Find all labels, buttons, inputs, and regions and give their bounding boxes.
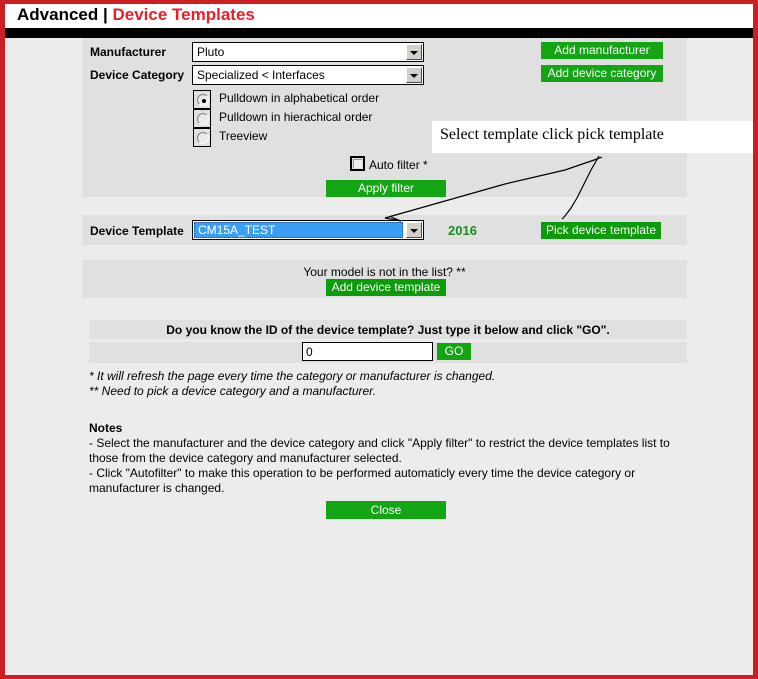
breadcrumb: Advanced | Device Templates: [17, 5, 255, 25]
auto-filter-checkbox[interactable]: [350, 156, 365, 171]
go-button[interactable]: GO: [437, 343, 471, 360]
radio-label-treeview: Treeview: [219, 129, 268, 143]
breadcrumb-separator: |: [102, 5, 108, 24]
radio-label-alphabetical: Pulldown in alphabetical order: [219, 91, 380, 105]
chevron-down-icon[interactable]: [406, 44, 422, 60]
radio-alphabetical[interactable]: [193, 90, 211, 109]
display-mode-radio-group: Pulldown in alphabetical order Pulldown …: [193, 90, 423, 147]
notes-line-1: - Select the manufacturer and the device…: [89, 436, 670, 465]
manufacturer-label: Manufacturer: [90, 45, 167, 59]
add-device-category-button[interactable]: Add device category: [541, 65, 663, 82]
radio-row-alphabetical[interactable]: Pulldown in alphabetical order: [193, 90, 423, 109]
device-template-id-value: 0: [306, 345, 313, 359]
radio-row-treeview[interactable]: Treeview: [193, 128, 423, 147]
page-root: Advanced | Device Templates Manufacturer…: [5, 4, 753, 675]
close-button[interactable]: Close: [326, 501, 446, 519]
footnote-single-star: * It will refresh the page every time th…: [89, 369, 496, 383]
add-manufacturer-button[interactable]: Add manufacturer: [541, 42, 663, 59]
radio-label-hierachical: Pulldown in hierachical order: [219, 110, 373, 124]
add-device-template-button[interactable]: Add device template: [326, 279, 446, 296]
notes-block: Notes - Select the manufacturer and the …: [89, 421, 689, 496]
id-prompt: Do you know the ID of the device templat…: [166, 323, 610, 337]
notes-line-2: - Click "Autofilter" to make this operat…: [89, 466, 636, 495]
annotation-text: Select template click pick template: [440, 126, 664, 143]
manufacturer-select-value: Pluto: [197, 45, 225, 59]
page-header: Advanced | Device Templates: [5, 4, 753, 28]
chevron-down-icon[interactable]: [406, 222, 422, 238]
page-title: Device Templates: [112, 5, 255, 24]
device-category-label: Device Category: [90, 68, 185, 82]
annotation-callout: Select template click pick template: [432, 121, 753, 153]
device-template-id-input[interactable]: 0: [302, 342, 433, 361]
breadcrumb-section: Advanced: [17, 5, 99, 24]
apply-filter-button[interactable]: Apply filter: [326, 180, 446, 197]
add-template-prompt: Your model is not in the list? **: [303, 265, 466, 279]
template-year: 2016: [448, 223, 477, 238]
device-template-select-value: CM15A_TEST: [198, 223, 276, 237]
manufacturer-select[interactable]: Pluto: [192, 42, 424, 62]
radio-treeview[interactable]: [193, 128, 211, 147]
notes-heading: Notes: [89, 421, 123, 435]
id-prompt-bar: Do you know the ID of the device templat…: [89, 320, 687, 339]
auto-filter-label: Auto filter *: [369, 158, 428, 172]
device-category-select[interactable]: Specialized < Interfaces: [192, 65, 424, 85]
chevron-down-icon[interactable]: [406, 67, 422, 83]
radio-hierachical[interactable]: [193, 109, 211, 128]
pick-device-template-button[interactable]: Pick device template: [541, 222, 661, 239]
footnote-double-star: ** Need to pick a device category and a …: [89, 384, 377, 398]
device-template-label: Device Template: [90, 224, 184, 238]
device-category-select-value: Specialized < Interfaces: [197, 68, 325, 82]
radio-row-hierachical[interactable]: Pulldown in hierachical order: [193, 109, 423, 128]
device-template-select[interactable]: CM15A_TEST: [192, 220, 424, 240]
header-divider: [5, 28, 753, 38]
